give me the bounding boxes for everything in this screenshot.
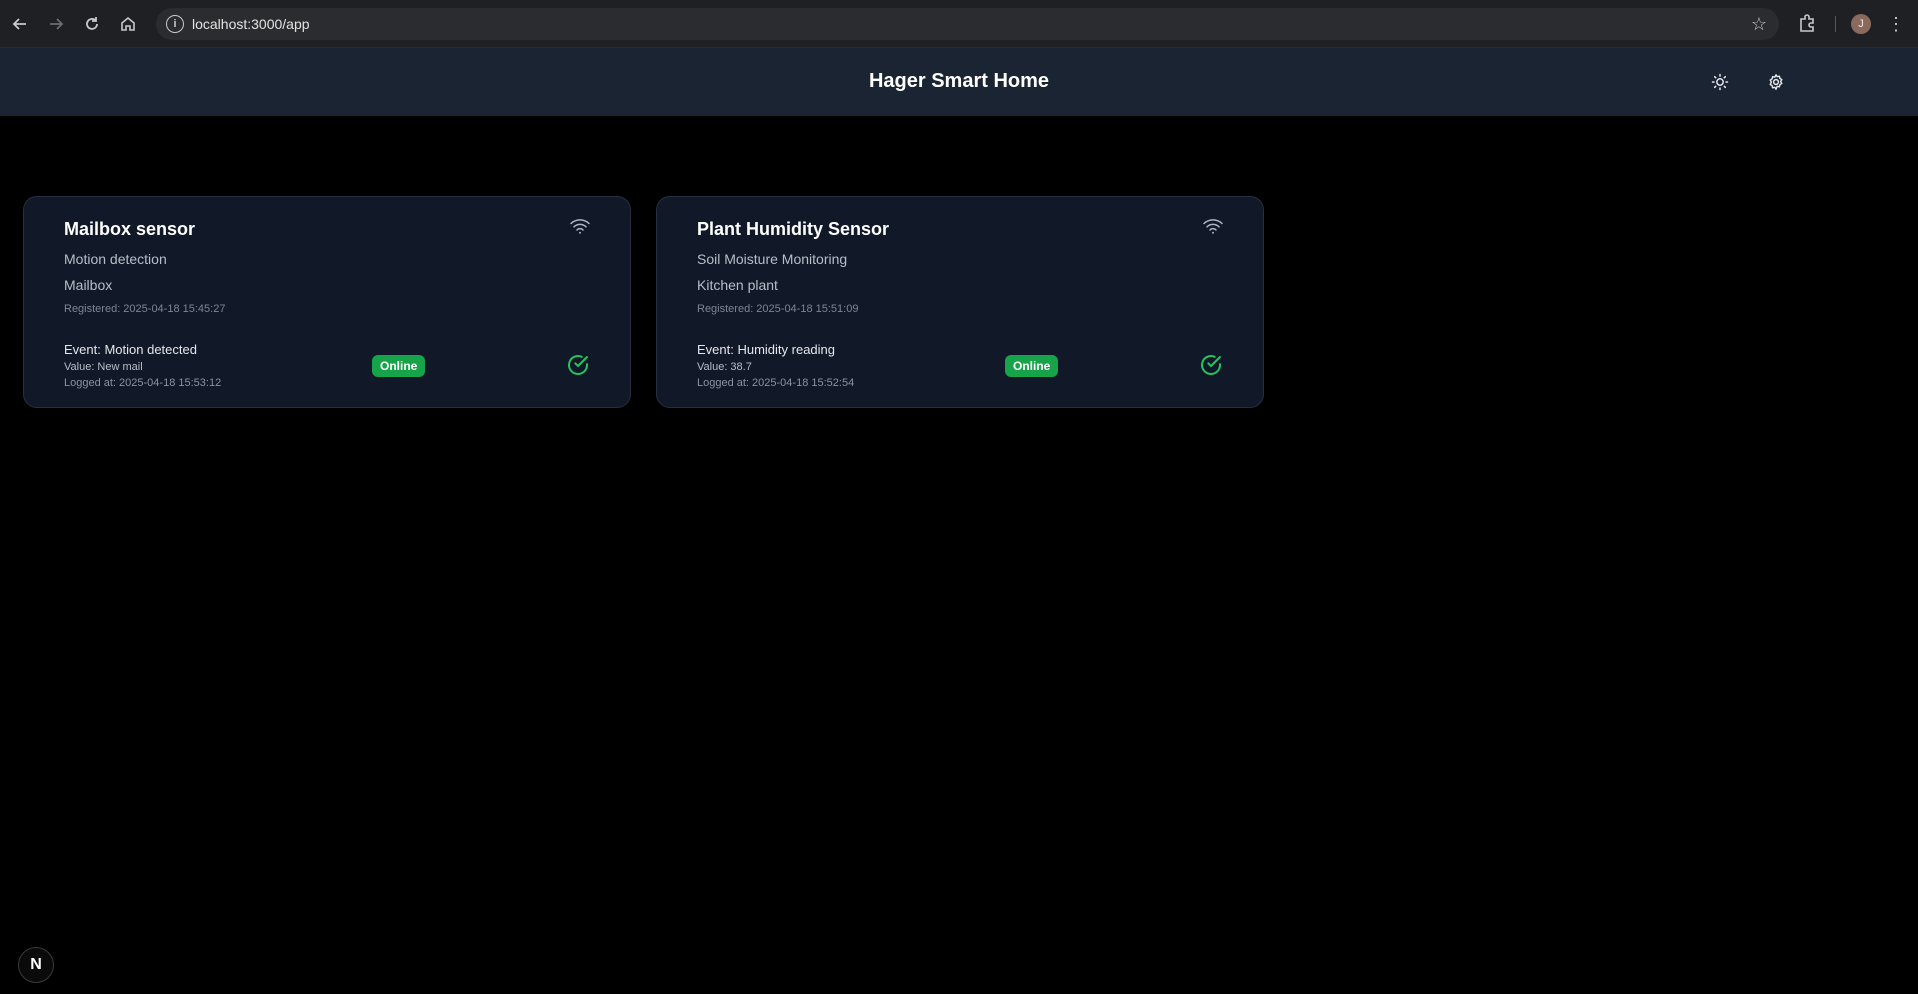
settings-gear-icon[interactable] [1764,70,1788,94]
extensions-icon[interactable] [1796,12,1820,36]
event-logged-at: Logged at: 2025-04-18 15:52:54 [697,377,855,389]
wifi-icon [1203,219,1223,234]
device-location: Kitchen plant [697,277,778,293]
home-icon[interactable] [116,12,140,36]
last-event: Event: Humidity reading [697,342,836,357]
device-type: Motion detection [64,251,167,267]
device-location: Mailbox [64,277,113,293]
status-badge: Online [372,355,426,377]
wifi-icon [570,219,590,234]
check-circle-icon [1201,355,1221,375]
last-event: Event: Motion detected [64,342,197,357]
bookmark-star-icon[interactable]: ☆ [1751,14,1767,35]
browser-menu-icon[interactable]: ⋮ [1887,12,1905,36]
status-badge: Online [1005,355,1059,377]
page-title: Hager Smart Home [868,70,1050,92]
event-logged-at: Logged at: 2025-04-18 15:53:12 [64,377,222,389]
device-registered: Registered: 2025-04-18 15:51:09 [697,303,859,315]
device-name: Plant Humidity Sensor [697,219,890,239]
reload-icon[interactable] [80,12,104,36]
device-registered: Registered: 2025-04-18 15:45:27 [64,303,226,315]
toolbar-divider [1835,16,1836,32]
forward-arrow-icon[interactable] [44,12,68,36]
site-info-icon[interactable]: i [166,15,184,33]
device-type: Soil Moisture Monitoring [697,251,848,267]
address-bar[interactable]: i localhost:3000/app ☆ [156,8,1779,40]
check-circle-icon [568,355,588,375]
device-name: Mailbox sensor [64,219,196,239]
device-card[interactable]: Plant Humidity Sensor Soil Moisture Moni… [656,196,1264,408]
app-header: Hager Smart Home [0,48,1918,116]
device-card[interactable]: Mailbox sensor Motion detection Mailbox … [23,196,631,408]
theme-toggle-sun-icon[interactable] [1708,70,1732,94]
nextjs-dev-indicator[interactable]: N [18,947,54,983]
profile-avatar[interactable]: J [1851,14,1871,34]
back-arrow-icon[interactable] [8,12,32,36]
event-value: Value: 38.7 [697,361,752,373]
event-value: Value: New mail [64,361,143,373]
browser-toolbar: i localhost:3000/app ☆ J ⋮ [0,0,1918,48]
url-text[interactable]: localhost:3000/app [192,16,310,32]
